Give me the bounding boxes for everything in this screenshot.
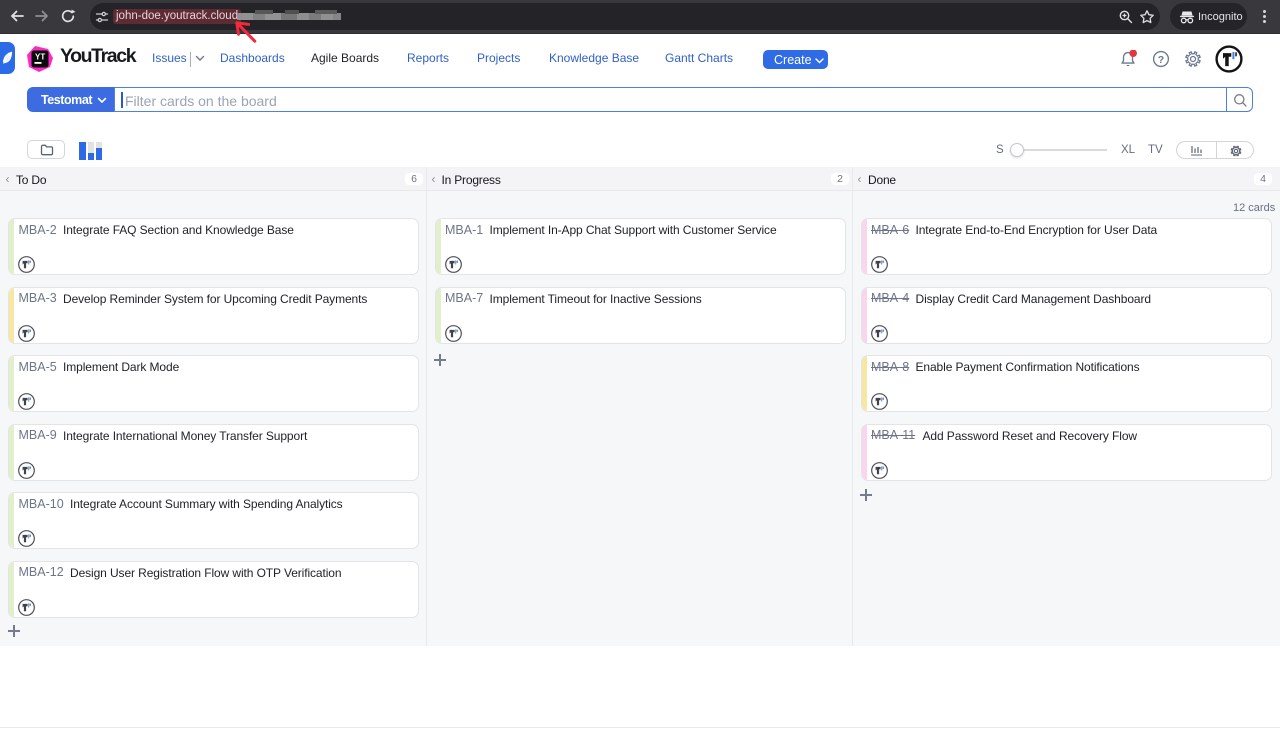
- svg-text:YT: YT: [35, 53, 45, 62]
- svg-text:?: ?: [1158, 54, 1164, 66]
